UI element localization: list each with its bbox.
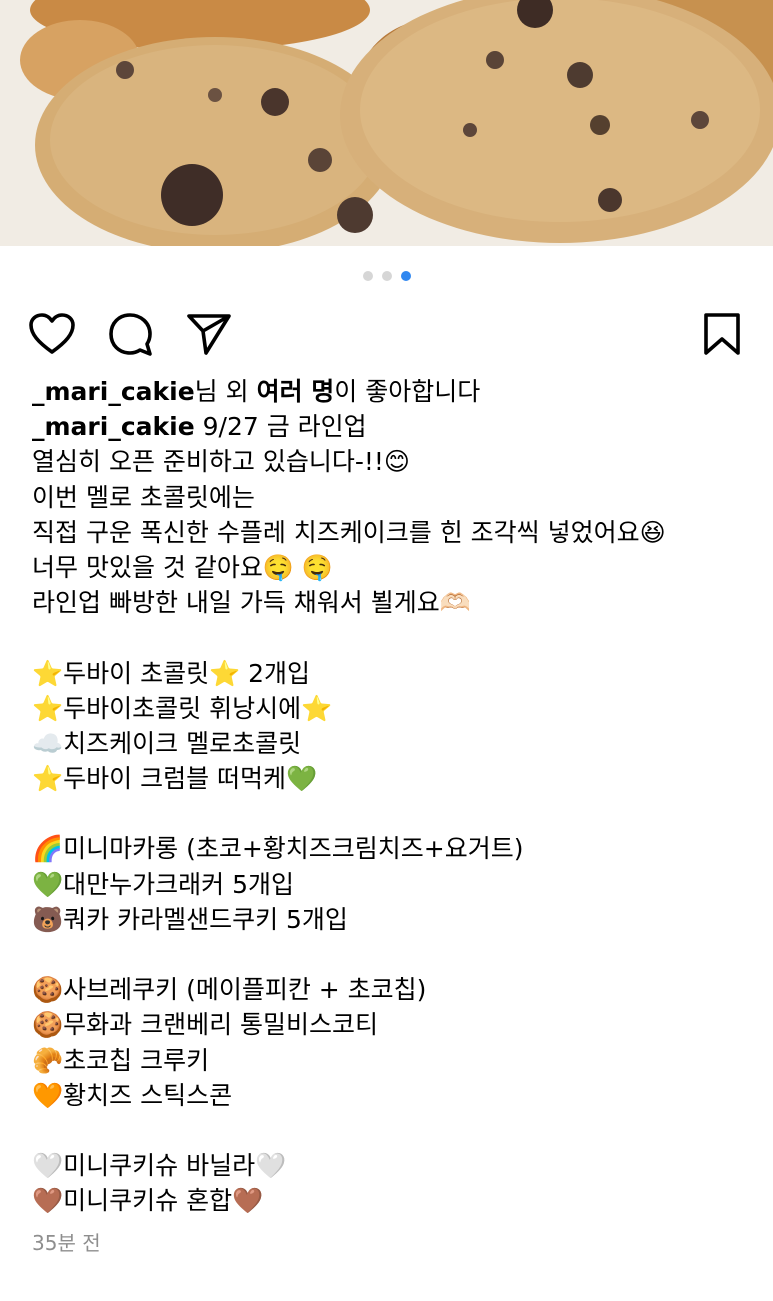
caption-line: 🐻쿼카 카라멜샌드쿠키 5개입: [32, 904, 348, 934]
caption-line: 🌈미니마카롱 (초코+황치즈크림치즈+요거트): [32, 834, 524, 864]
bookmark-icon[interactable]: [703, 312, 741, 360]
caption-line: 열심히 오픈 준비하고 있습니다-!!😊: [32, 447, 410, 477]
post-photo[interactable]: [0, 0, 773, 246]
caption-line: 너무 맛있을 것 같아요🤤 🤤: [32, 552, 334, 582]
caption-line: ☁️치즈케이크 멜로초콜릿: [32, 728, 302, 758]
likes-username[interactable]: _mari_cakie: [32, 377, 195, 406]
caption-line: 라인업 빠방한 내일 가득 채워서 뵐게요🫶🏻: [32, 588, 471, 618]
caption-line: 이번 멜로 초콜릿에는: [32, 482, 255, 512]
likes-others-link[interactable]: 여러 명: [257, 377, 335, 406]
caption-text: 9/27 금 라인업: [194, 412, 367, 442]
likes-text: 님 외: [194, 377, 257, 406]
post-actions-bar: [0, 306, 773, 374]
heart-icon[interactable]: [28, 312, 76, 360]
caption-line: ⭐두바이 초콜릿⭐ 2개입: [32, 658, 311, 688]
caption-line: 🥐초코칩 크루키: [32, 1045, 210, 1075]
caption-line: 💚대만누가크래커 5개입: [32, 869, 294, 899]
carousel-dot[interactable]: [381, 271, 392, 281]
post-timestamp: 35분 전: [32, 1230, 101, 1255]
carousel-indicator: [0, 246, 773, 306]
caption-first-line: _mari_cakie 9/27 금 라인업: [32, 409, 741, 444]
caption-line: 🤍미니쿠키슈 바닐라🤍: [32, 1151, 287, 1181]
likes-summary: _mari_cakie님 외 여러 명이 좋아합니다: [32, 374, 741, 409]
caption-line: ⭐두바이 크럼블 떠먹케💚: [32, 764, 318, 794]
likes-text: 이 좋아합니다: [334, 377, 481, 406]
caption-line: 직접 구운 폭신한 수플레 치즈케이크를 힌 조각씩 넣었어요😆: [32, 517, 666, 547]
send-icon[interactable]: [186, 312, 232, 360]
caption-line: 🍪사브레쿠키 (메이플피칸 + 초코칩): [32, 975, 427, 1005]
caption-username[interactable]: _mari_cakie: [32, 412, 195, 441]
carousel-dot[interactable]: [362, 271, 373, 281]
caption-line: 🍪무화과 크랜베리 통밀비스코티: [32, 1010, 379, 1040]
comment-icon[interactable]: [108, 312, 154, 362]
caption-line: 🧡황치즈 스틱스콘: [32, 1080, 233, 1110]
caption-line: ⭐두바이초콜릿 휘낭시에⭐: [32, 693, 333, 723]
carousel-dot-active[interactable]: [400, 271, 411, 281]
caption-line: 🤎미니쿠키슈 혼합🤎: [32, 1186, 264, 1216]
post-caption: _mari_cakie님 외 여러 명이 좋아합니다 _mari_cakie 9…: [0, 374, 773, 1219]
caption-body: 열심히 오픈 준비하고 있습니다-!!😊 이번 멜로 초콜릿에는직접 구운 폭신한…: [32, 444, 741, 1218]
cookie-photo: [0, 0, 773, 246]
